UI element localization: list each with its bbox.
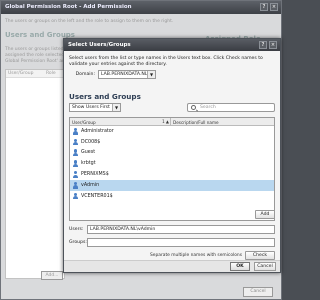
user-icon	[73, 138, 78, 146]
table-row[interactable]: Administrator	[70, 126, 274, 137]
search-icon	[191, 105, 196, 110]
back-add-button[interactable]: Add...	[41, 271, 63, 280]
back-user-table[interactable]: User/Group Role	[5, 69, 65, 279]
dialog-instructions: Select users from the list or type names…	[69, 56, 263, 67]
ok-button[interactable]: OK	[230, 262, 250, 271]
check-names-button[interactable]: Check names	[245, 251, 275, 265]
search-input[interactable]: Search	[187, 103, 275, 112]
close-icon[interactable]: ×	[270, 3, 278, 11]
add-permission-titlebar: Global Permission Root - Add Permission …	[1, 1, 281, 14]
close-icon[interactable]: ×	[269, 41, 277, 49]
domain-select[interactable]: LAB.PERNIXDATA.NL ▼	[98, 70, 156, 79]
table-row[interactable]: PERNIXMS$	[70, 169, 274, 180]
table-row[interactable]: vAdmin	[70, 179, 274, 191]
chevron-down-icon: ▼	[112, 104, 120, 111]
separate-names-hint: Separate multiple names with semicolons	[149, 253, 242, 258]
row-user-name: krbtgt	[81, 161, 96, 167]
help-icon[interactable]: ?	[259, 41, 267, 49]
domain-value: LAB.PERNIXDATA.NL	[101, 72, 148, 77]
user-icon	[73, 181, 78, 189]
back-instructions-line-4: Global Permission Root' and	[5, 59, 68, 64]
select-users-title: Select Users/Groups	[68, 42, 131, 48]
add-permission-title: Global Permission Root - Add Permission	[5, 4, 132, 10]
select-users-dialog: Select Users/Groups ? × Select users fro…	[63, 38, 281, 273]
show-filter-select[interactable]: Show Users First ▼	[69, 103, 121, 112]
user-icon	[73, 160, 78, 168]
dialog-footer: OK Cancel	[64, 260, 280, 272]
row-user-name: DC008$	[81, 139, 101, 145]
row-user-name: Guest	[81, 150, 96, 156]
help-icon[interactable]: ?	[260, 3, 268, 11]
table-row[interactable]: DC008$	[70, 137, 274, 148]
column-header-user[interactable]: User/Group 1 ▲	[70, 118, 171, 125]
back-instructions-line-1: The users or groups on the left and the …	[5, 19, 174, 24]
table-header: User/Group 1 ▲ Description/Full name	[70, 118, 274, 126]
chevron-down-icon: ▼	[147, 71, 155, 78]
users-field[interactable]: LAB.PERNIXDATA.NL\vAdmin	[87, 225, 275, 234]
user-icon	[73, 149, 78, 157]
column-header-description[interactable]: Description/Full name	[171, 118, 274, 125]
user-icon	[73, 171, 78, 178]
row-user-name: PERNIXMS$	[81, 172, 109, 178]
users-groups-heading: Users and Groups	[69, 92, 141, 101]
table-row[interactable]: VCENTER01$	[70, 191, 274, 202]
select-users-titlebar: Select Users/Groups ? ×	[64, 39, 280, 51]
users-table: User/Group 1 ▲ Description/Full name Adm…	[69, 117, 275, 221]
users-label: Users:	[69, 227, 84, 232]
add-button[interactable]: Add	[255, 210, 275, 219]
show-filter-value: Show Users First	[72, 105, 110, 110]
search-placeholder: Search	[200, 105, 216, 110]
back-cancel-button[interactable]: Cancel	[243, 287, 273, 297]
sort-indicator: 1 ▲	[162, 119, 169, 124]
user-icon	[73, 127, 78, 135]
back-col-role[interactable]: Role	[44, 70, 65, 78]
table-row[interactable]: Guest	[70, 148, 274, 159]
groups-field[interactable]	[87, 238, 275, 247]
row-user-name: VCENTER01$	[81, 193, 113, 199]
groups-label: Groups:	[69, 240, 87, 245]
row-user-name: vAdmin	[81, 182, 100, 188]
table-row[interactable]: krbtgt	[70, 158, 274, 169]
user-icon	[73, 192, 78, 200]
domain-label: Domain:	[75, 72, 95, 77]
back-col-user[interactable]: User/Group	[6, 70, 44, 78]
column-header-user-label: User/Group	[72, 119, 96, 125]
column-header-description-label: Description/Full name	[173, 119, 219, 125]
row-user-name: Administrator	[81, 128, 114, 134]
cancel-button[interactable]: Cancel	[254, 262, 276, 271]
